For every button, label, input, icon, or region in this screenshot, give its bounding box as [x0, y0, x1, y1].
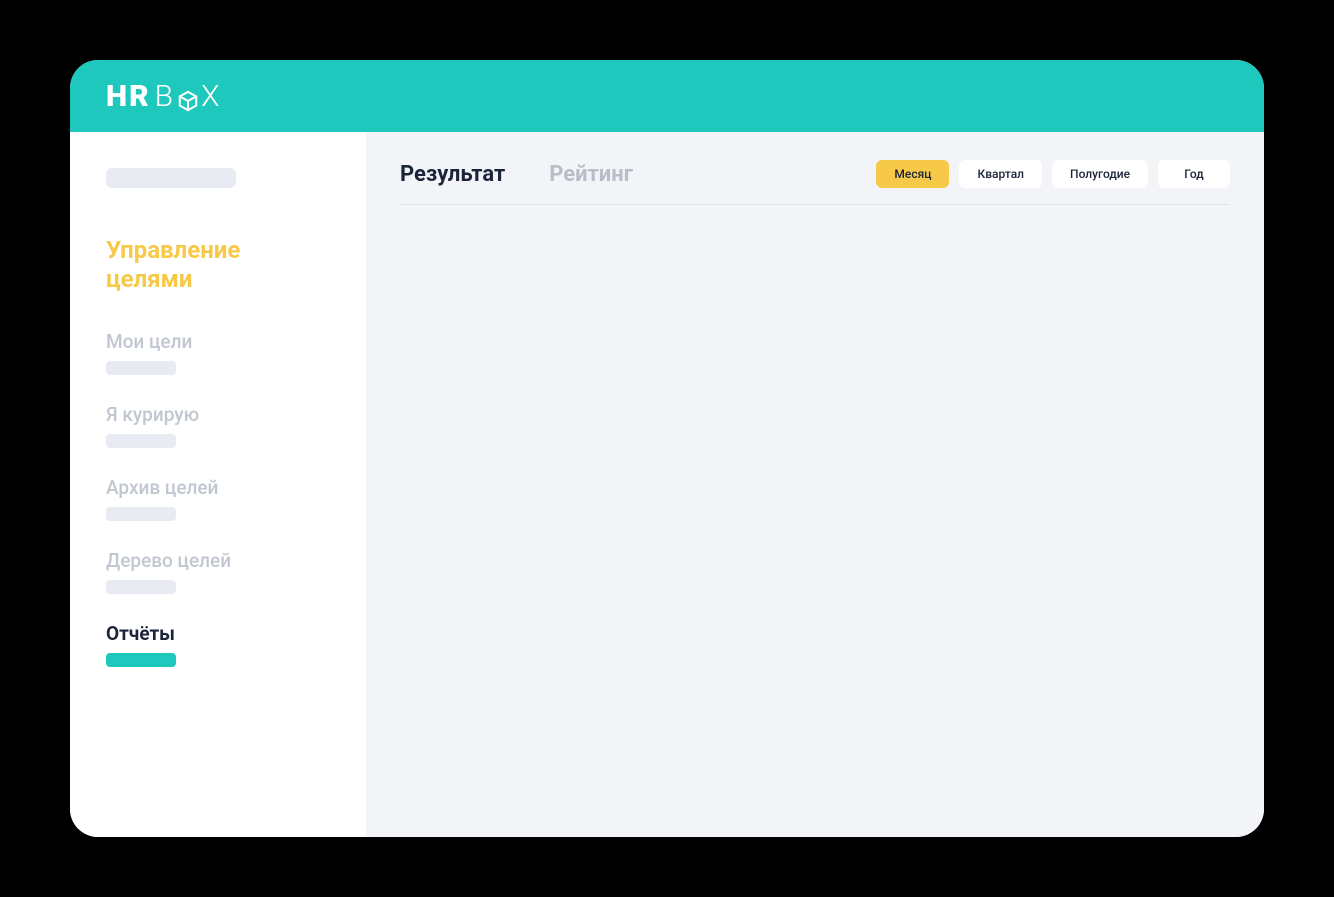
sidebar-item-underline: [106, 507, 176, 521]
view-tabs: Результат Рейтинг: [400, 162, 633, 187]
sidebar-item-goals-archive[interactable]: Архив целей: [106, 476, 330, 521]
logo-text-b: B: [155, 79, 175, 114]
sidebar-item-label: Отчёты: [106, 622, 330, 645]
tab-rating[interactable]: Рейтинг: [549, 162, 633, 187]
period-year-button[interactable]: Год: [1158, 160, 1230, 188]
period-filter-group: Месяц Квартал Полугодие Год: [876, 160, 1230, 188]
sidebar: Управление целями Мои цели Я курирую Арх…: [70, 132, 366, 837]
box-icon: [177, 85, 199, 107]
sidebar-item-label: Мои цели: [106, 330, 330, 353]
period-quarter-button[interactable]: Квартал: [959, 160, 1042, 188]
period-month-button[interactable]: Месяц: [876, 160, 949, 188]
app-logo: HR B X: [106, 79, 221, 114]
period-halfyear-button[interactable]: Полугодие: [1052, 160, 1148, 188]
sidebar-item-reports[interactable]: Отчёты: [106, 622, 330, 667]
tab-result[interactable]: Результат: [400, 162, 505, 187]
body-area: Управление целями Мои цели Я курирую Арх…: [70, 132, 1264, 837]
sidebar-item-goals-tree[interactable]: Дерево целей: [106, 549, 330, 594]
sidebar-item-underline: [106, 580, 176, 594]
sidebar-section-title: Управление целями: [106, 236, 330, 294]
sidebar-item-underline: [106, 361, 176, 375]
logo-text-x: X: [201, 79, 221, 114]
main-content: Результат Рейтинг Месяц Квартал Полугоди…: [366, 132, 1264, 837]
logo-text-hr: HR: [106, 79, 151, 114]
app-window: HR B X Управление целями Мои цели: [70, 60, 1264, 837]
sidebar-item-underline: [106, 434, 176, 448]
sidebar-item-underline: [106, 653, 176, 667]
app-header: HR B X: [70, 60, 1264, 132]
view-header: Результат Рейтинг Месяц Квартал Полугоди…: [400, 160, 1230, 205]
sidebar-placeholder: [106, 168, 236, 188]
sidebar-item-i-supervise[interactable]: Я курирую: [106, 403, 330, 448]
sidebar-item-label: Я курирую: [106, 403, 330, 426]
sidebar-item-label: Архив целей: [106, 476, 330, 499]
sidebar-item-my-goals[interactable]: Мои цели: [106, 330, 330, 375]
sidebar-item-label: Дерево целей: [106, 549, 330, 572]
